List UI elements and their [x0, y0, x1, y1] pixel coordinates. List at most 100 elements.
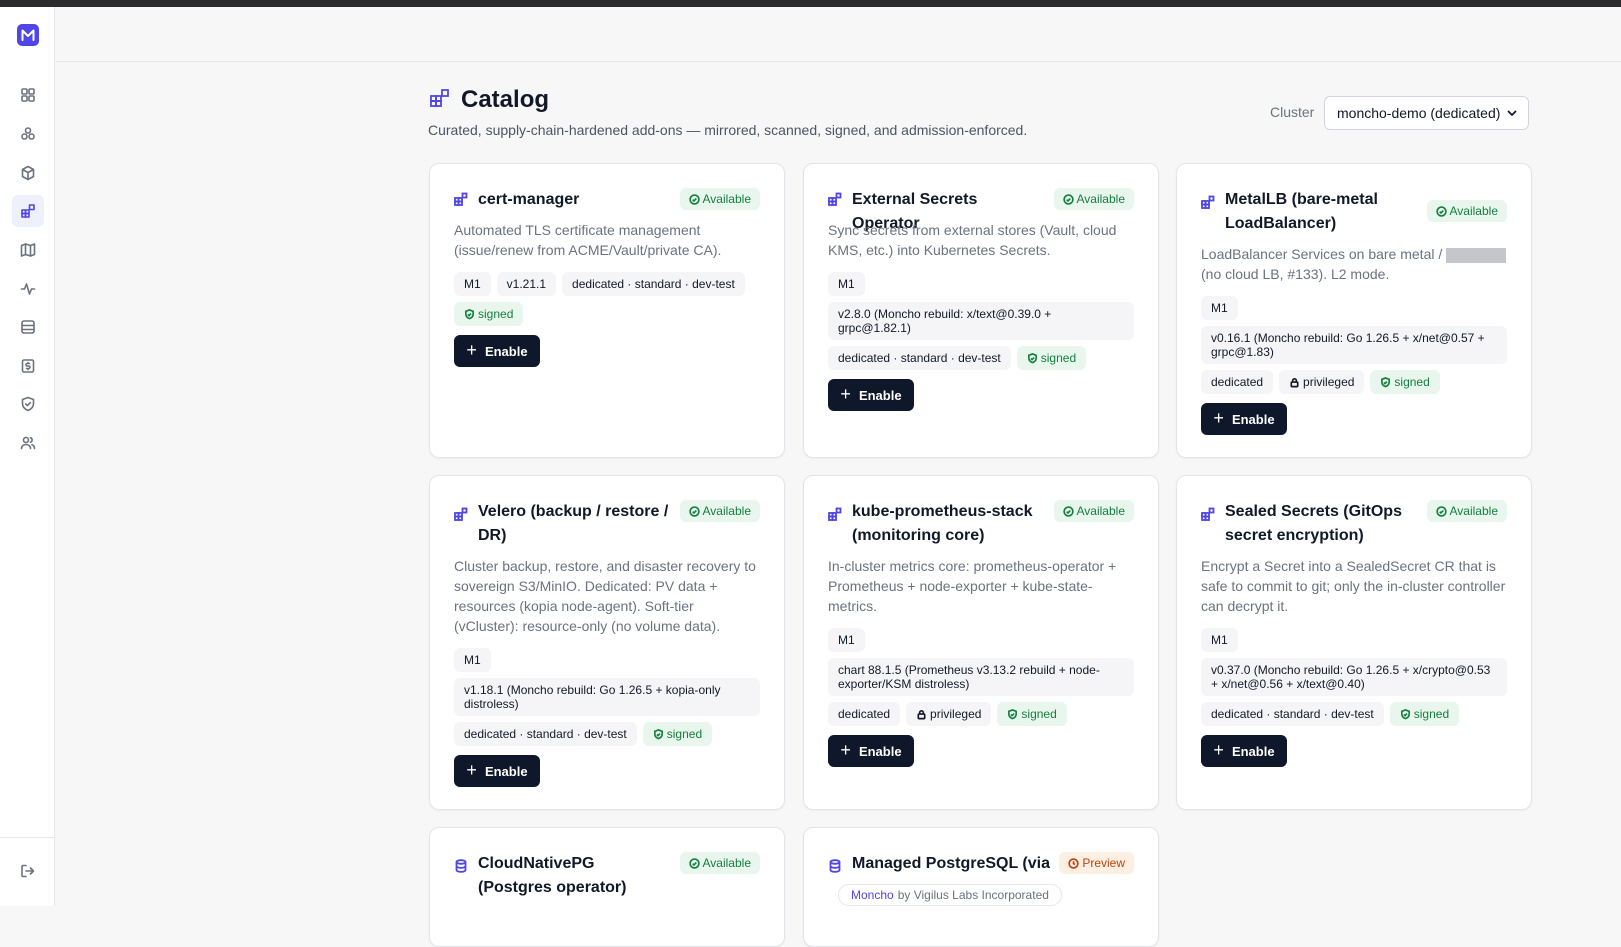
clock-icon [1068, 857, 1080, 869]
addon-description: LoadBalancer Services on bare metal / (n… [1201, 244, 1507, 284]
version-tag: chart 88.1.5 (Prometheus v3.13.2 rebuild… [828, 658, 1134, 696]
version-tag: v0.16.1 (Moncho rebuild: Go 1.26.5 + x/n… [1201, 326, 1507, 364]
map-icon[interactable] [12, 234, 44, 266]
addon-description: Sync secrets from external stores (Vault… [828, 222, 1117, 258]
window-top-bar [0, 0, 1621, 7]
addon-title: cert-manager [478, 191, 580, 208]
enable-button[interactable]: + Enable [1201, 403, 1287, 435]
addon-tags: M1 v0.37.0 (Moncho rebuild: Go 1.26.5 + … [1201, 628, 1507, 726]
dashboard-icon[interactable] [12, 79, 44, 111]
enable-button[interactable]: + Enable [828, 379, 914, 411]
tier-tag: M1 [1201, 296, 1238, 320]
addon-tags: M1 v0.16.1 (Moncho rebuild: Go 1.26.5 + … [1201, 296, 1507, 394]
status-badge: Preview [1059, 852, 1134, 874]
plus-icon: + [1213, 740, 1224, 760]
addon-card-cloudnativepg: CloudNativePG (Postgres operator) Availa… [429, 827, 785, 947]
shield-check-icon [1400, 708, 1410, 720]
addon-description: Encrypt a Secret into a SealedSecret CR … [1201, 558, 1506, 614]
signed-tag: signed [1016, 346, 1087, 370]
plus-icon: + [840, 740, 851, 760]
addon-card-sealed-secrets: Sealed Secrets (GitOps secret encryption… [1176, 475, 1532, 810]
signed-tag: signed [1370, 370, 1440, 394]
signed-tag: signed [1389, 702, 1460, 726]
addon-card-metallb: MetalLB (bare-metal LoadBalancer) Availa… [1176, 163, 1532, 458]
privileged-tag: privileged [1279, 370, 1365, 394]
enable-button[interactable]: + Enable [828, 735, 914, 767]
addon-card-cert-manager: cert-manager Available Automated TLS cer… [429, 163, 785, 458]
cluster-select[interactable]: moncho-demo (dedicated) [1324, 96, 1529, 130]
addon-card-velero: Velero (backup / restore / DR) Available… [429, 475, 785, 810]
signed-tag: signed [454, 302, 524, 326]
logout-icon[interactable] [12, 855, 44, 887]
version-tag: v1.21.1 [496, 272, 557, 296]
enable-button[interactable]: + Enable [454, 335, 540, 367]
storage-icon[interactable] [12, 311, 44, 343]
check-circle-icon [1062, 505, 1074, 517]
status-badge: Available [1426, 500, 1507, 522]
addon-card-managed-postgresql: Managed PostgreSQL (via Preview Moncho by… [803, 827, 1159, 947]
addon-tags: M1 v2.8.0 (Moncho rebuild: x/text@0.39.0… [828, 272, 1134, 370]
sidebar-divider [0, 837, 55, 838]
tier-tag: M1 [454, 272, 491, 296]
plus-icon: + [466, 340, 477, 360]
addon-title: Sealed Secrets (GitOps secret encryption… [1225, 503, 1402, 544]
tier-tag: M1 [1201, 628, 1238, 652]
database-icon [828, 859, 842, 873]
enable-button[interactable]: + Enable [454, 755, 540, 787]
addon-icon [454, 507, 468, 521]
addon-icon [828, 192, 842, 206]
database-icon [454, 859, 468, 873]
catalog-icon[interactable] [12, 195, 44, 227]
addon-description: In-cluster metrics core: prometheus-oper… [828, 558, 1117, 614]
box-icon[interactable] [12, 157, 44, 189]
plans-tag: dedicated [828, 702, 901, 726]
cluster-label: Cluster [1270, 104, 1315, 120]
version-tag: v0.37.0 (Moncho rebuild: Go 1.26.5 + x/c… [1201, 658, 1507, 696]
tier-tag: M1 [828, 272, 865, 296]
shield-icon[interactable] [12, 388, 44, 420]
shield-check-icon [1381, 376, 1391, 388]
status-badge: Available [679, 500, 760, 522]
addon-title: Managed PostgreSQL (via [852, 855, 1050, 872]
activity-icon[interactable] [12, 273, 44, 305]
app-logo[interactable] [17, 24, 39, 46]
page-title-row: Catalog [429, 86, 549, 114]
enable-button[interactable]: + Enable [1201, 735, 1287, 767]
redacted-text [1446, 247, 1507, 263]
plans-tag: dedicated · standard · dev-test [1201, 702, 1384, 726]
signed-tag: signed [997, 702, 1067, 726]
plans-tag: dedicated · standard · dev-test [828, 346, 1011, 370]
shield-check-icon [1027, 352, 1037, 364]
plans-tag: dedicated [1201, 370, 1274, 394]
addon-card-external-secrets: External Secrets Operator Available Sync… [803, 163, 1159, 458]
plans-tag: dedicated · standard · dev-test [562, 272, 745, 296]
billing-icon[interactable] [12, 350, 44, 382]
top-header [56, 7, 1621, 62]
addon-tags: M1 v1.21.1 dedicated · standard · dev-te… [454, 272, 760, 326]
addon-icon [1201, 195, 1215, 209]
page-title: Catalog [461, 86, 550, 113]
addon-card-kube-prometheus: kube-prometheus-stack (monitoring core) … [803, 475, 1159, 810]
clusters-icon[interactable] [12, 118, 44, 150]
users-icon[interactable] [12, 427, 44, 459]
check-circle-icon [1062, 193, 1074, 205]
lock-icon [917, 709, 926, 719]
check-circle-icon [1435, 205, 1447, 217]
plus-icon: + [1213, 408, 1224, 428]
plus-icon: + [466, 760, 477, 780]
addon-title: Velero (backup / restore / DR) [478, 503, 669, 544]
status-badge: Available [1053, 500, 1134, 522]
tier-tag: M1 [454, 648, 491, 672]
vendor-attribution[interactable]: Moncho by Vigilus Labs Incorporated [838, 884, 1062, 906]
status-badge: Available [1053, 188, 1134, 210]
addon-icon [1201, 507, 1215, 521]
plus-icon: + [840, 384, 851, 404]
check-circle-icon [688, 505, 700, 517]
addon-title: CloudNativePG (Postgres operator) [478, 855, 627, 896]
catalog-icon [429, 87, 451, 114]
page-subtitle: Curated, supply-chain-hardened add-ons —… [428, 122, 1028, 138]
addon-tags: M1 chart 88.1.5 (Prometheus v3.13.2 rebu… [828, 628, 1134, 726]
check-circle-icon [688, 193, 700, 205]
status-badge: Available [1426, 200, 1507, 222]
version-tag: v2.8.0 (Moncho rebuild: x/text@0.39.0 + … [828, 302, 1134, 340]
